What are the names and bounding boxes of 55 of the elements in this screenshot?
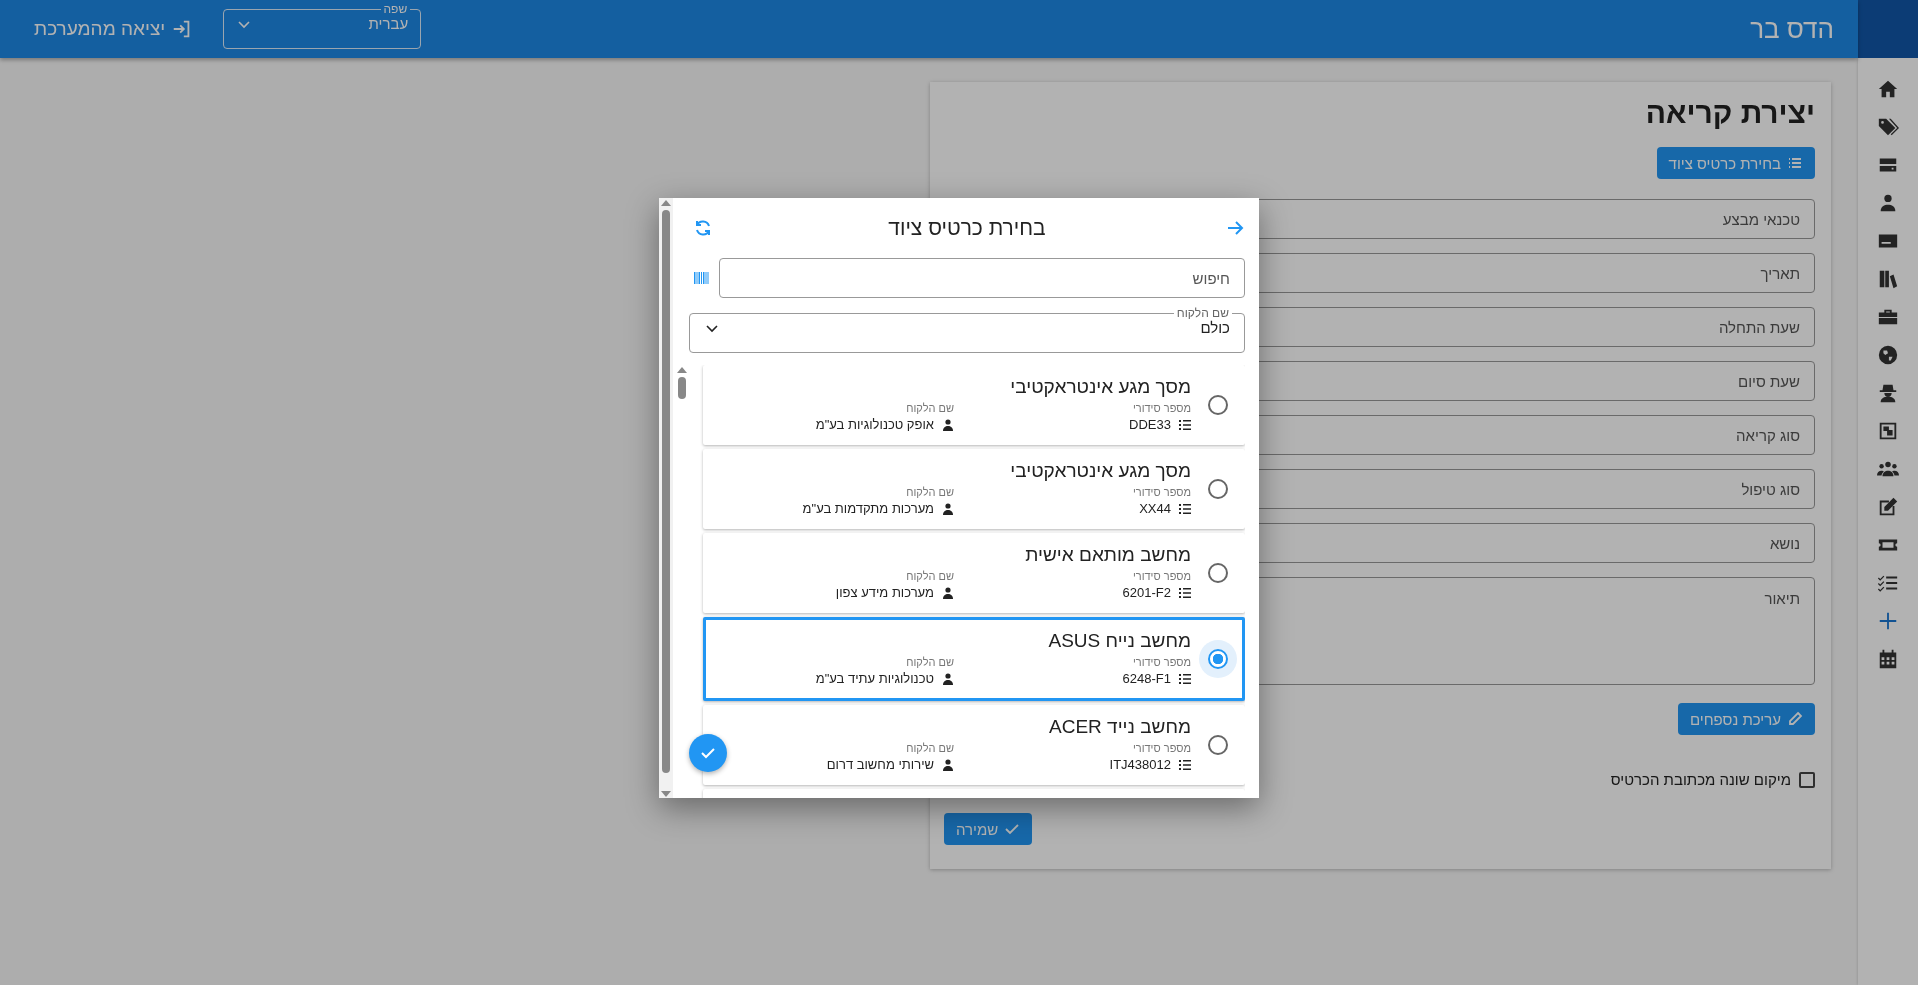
tag-icon[interactable] (1877, 116, 1899, 138)
radio-button[interactable] (1208, 479, 1228, 499)
globe-icon[interactable] (1877, 344, 1899, 366)
search-field[interactable]: חיפוש (719, 258, 1245, 298)
radio-button[interactable] (1208, 735, 1228, 755)
spy-icon[interactable] (1877, 382, 1899, 404)
refresh-icon[interactable] (693, 218, 713, 238)
list-icon (1787, 155, 1803, 171)
person-icon (942, 759, 954, 771)
person-icon (942, 503, 954, 515)
serial-number: 6248-F1 (1122, 670, 1171, 688)
calendar-icon[interactable] (1877, 648, 1899, 670)
check-icon (1004, 821, 1021, 837)
person-icon (942, 419, 954, 431)
books-icon[interactable] (1877, 268, 1899, 290)
checkbox[interactable] (1799, 771, 1815, 788)
numbered-list-icon (1179, 503, 1191, 515)
person-icon (942, 587, 954, 599)
field-label: מספר סידורי (1131, 655, 1191, 669)
home-icon[interactable] (1877, 78, 1899, 100)
field-label: שם הלקוח (905, 741, 954, 755)
serial-number: ITJ438012 (1109, 756, 1171, 774)
numbered-list-icon (1179, 587, 1191, 599)
barcode-icon[interactable] (693, 270, 709, 286)
edit-icon[interactable] (1877, 496, 1899, 518)
page-title: יצירת קריאה (1644, 95, 1815, 131)
radio-button[interactable] (1208, 395, 1228, 415)
field-label: שם הלקוח (905, 401, 954, 415)
numbered-list-icon (1179, 673, 1191, 685)
pencil-icon (1787, 711, 1803, 727)
checkbox-label: מיקום שונה מכתובת הכרטיס (1610, 771, 1791, 788)
serial-number: DDE33 (1129, 416, 1171, 434)
field-label: מספר סידורי (1131, 401, 1191, 415)
customer-select[interactable]: שם הלקוח כולם (689, 307, 1245, 353)
confirm-button[interactable] (689, 734, 727, 772)
equipment-name: מסך מגע אינטראקטיבי (1009, 375, 1191, 399)
equipment-name: מחשב נייח ASUS (1047, 629, 1191, 653)
customer-name: אופק טכנולוגיות בע"מ (815, 416, 934, 434)
customer-name: מערכות מתקדמות בע"מ (802, 500, 934, 518)
field-label: מספר סידורי (1131, 741, 1191, 755)
radio-button[interactable] (1208, 563, 1228, 583)
picture-frame-icon[interactable] (1877, 420, 1899, 442)
equipment-name: מחשב נייד ACER (1048, 715, 1191, 739)
customer-name: מערכות מידע צפון (835, 584, 934, 602)
plus-icon[interactable] (1877, 610, 1899, 632)
person-icon (942, 673, 954, 685)
sidebar-header (1858, 0, 1918, 58)
numbered-list-icon (1179, 759, 1191, 771)
customer-name: שירותי מחשוב דרום (826, 756, 934, 774)
serial-number: 6201-F2 (1122, 584, 1171, 602)
customer-name: טכנולוגיות עתיד בע"מ (815, 670, 934, 688)
field-label: מספר סידורי (1131, 485, 1191, 499)
numbered-list-icon (1179, 419, 1191, 431)
user-name: הדס בר (1749, 13, 1834, 45)
scrollbar[interactable] (659, 198, 673, 798)
